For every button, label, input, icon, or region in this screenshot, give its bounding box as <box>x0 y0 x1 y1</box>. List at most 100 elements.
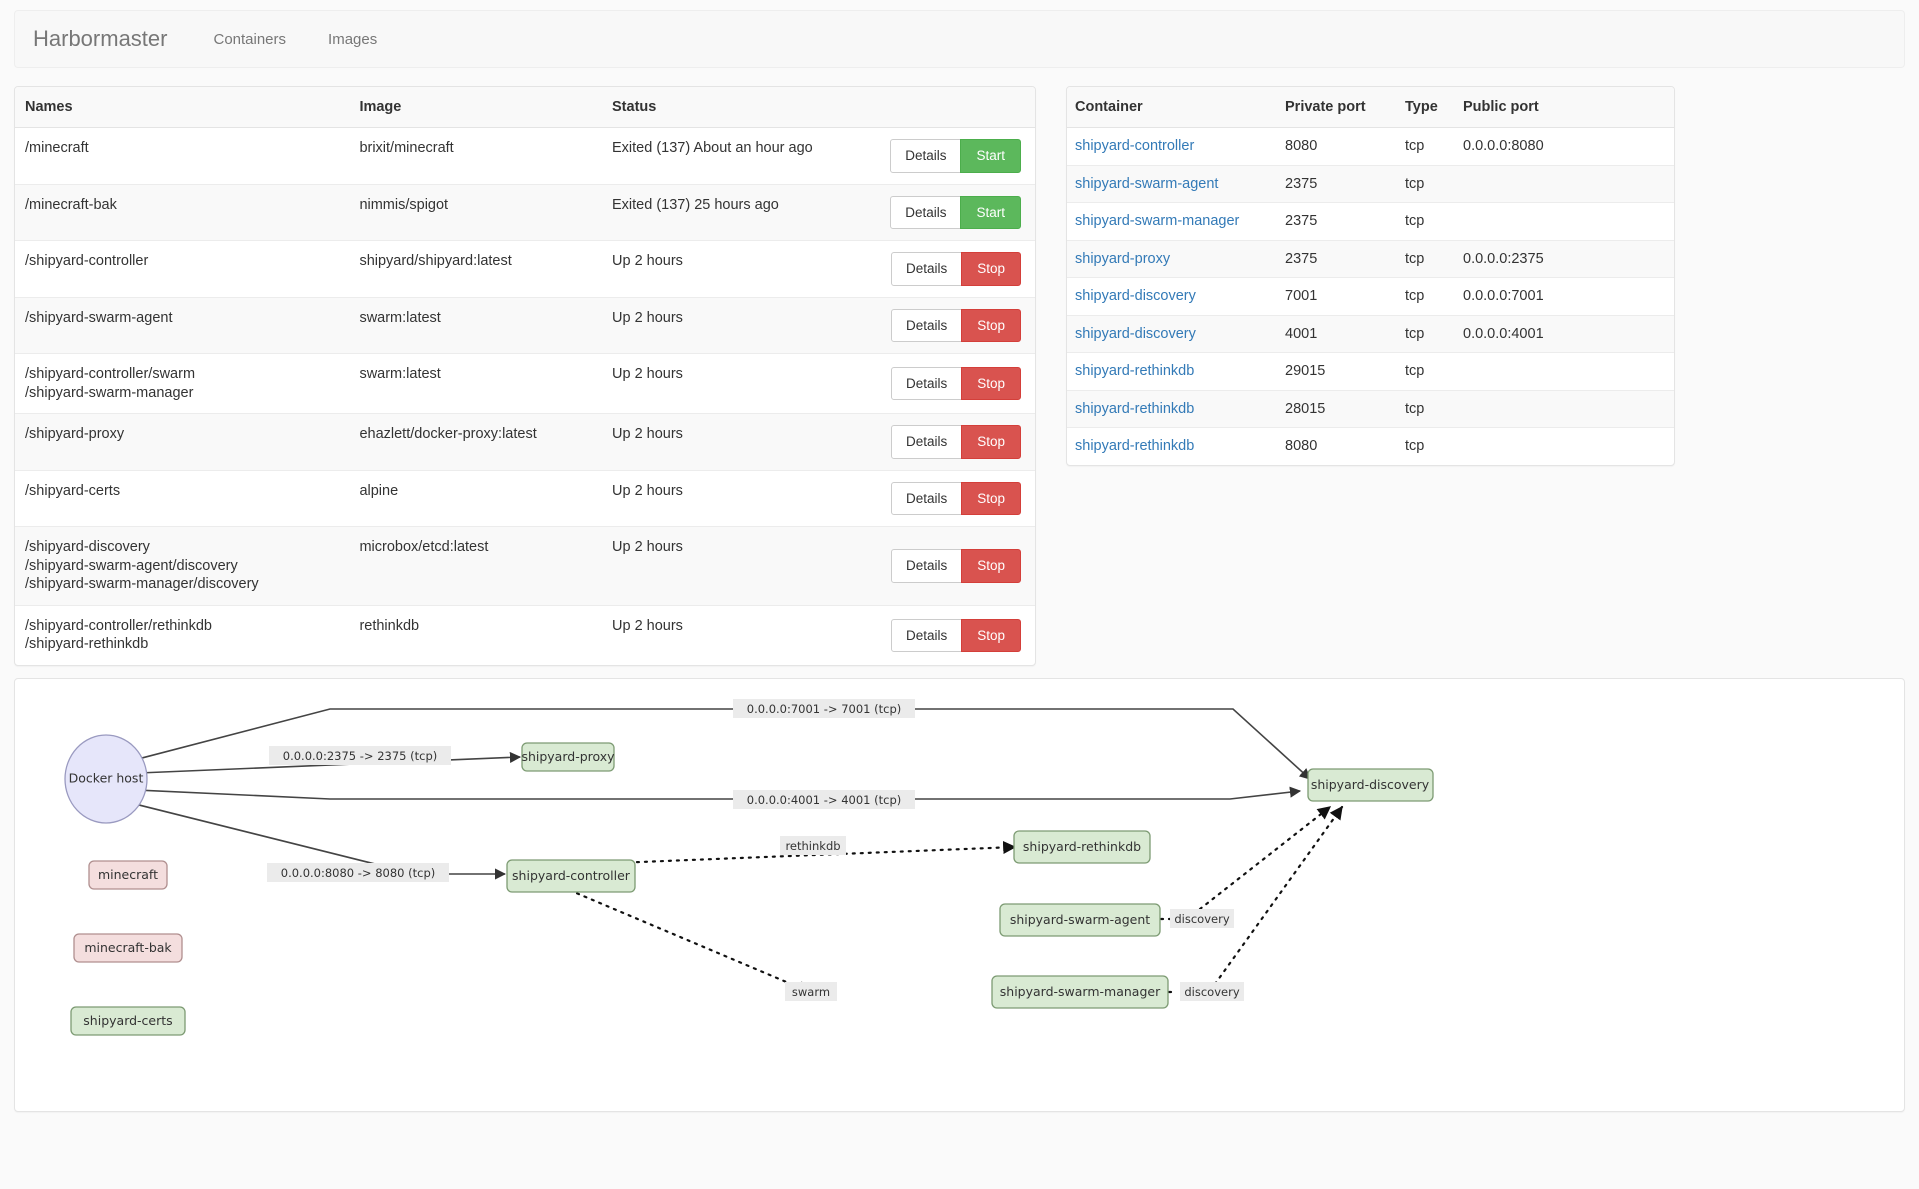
stop-button[interactable]: Stop <box>961 549 1021 583</box>
graph-node-docker-host[interactable]: Docker host <box>65 735 147 823</box>
containers-panel: Names Image Status /minecraftbrixit/mine… <box>14 86 1036 666</box>
ports-card: Container Private port Type Public port … <box>1066 86 1675 466</box>
table-row: /minecraftbrixit/minecraftExited (137) A… <box>15 128 1035 185</box>
graph-node-minecraft-bak[interactable]: minecraft-bak <box>74 934 182 962</box>
graph-node-shipyard-controller[interactable]: shipyard-controller <box>507 860 635 892</box>
table-row: shipyard-discovery4001tcp0.0.0.0:4001 <box>1067 315 1674 353</box>
stop-button[interactable]: Stop <box>961 482 1021 516</box>
details-button[interactable]: Details <box>890 139 961 173</box>
table-row: /shipyard-discovery /shipyard-swarm-agen… <box>15 527 1035 606</box>
container-link[interactable]: shipyard-proxy <box>1075 251 1170 267</box>
cell-type: tcp <box>1397 315 1455 353</box>
table-row: /shipyard-controller/rethinkdb /shipyard… <box>15 605 1035 665</box>
cell-status: Exited (137) About an hour ago <box>602 128 880 185</box>
table-row: shipyard-discovery7001tcp0.0.0.0:7001 <box>1067 278 1674 316</box>
cell-status: Up 2 hours <box>602 470 880 527</box>
container-link[interactable]: shipyard-rethinkdb <box>1075 363 1194 379</box>
details-button[interactable]: Details <box>891 619 962 653</box>
start-button[interactable]: Start <box>960 196 1021 230</box>
cell-container: shipyard-discovery <box>1067 315 1277 353</box>
container-link[interactable]: shipyard-swarm-manager <box>1075 213 1239 229</box>
cell-names: /shipyard-controller <box>15 241 349 298</box>
cell-names: /shipyard-swarm-agent <box>15 297 349 354</box>
cell-actions: DetailsStop <box>880 470 1035 527</box>
edge-label-discovery-manager: discovery <box>1180 982 1244 1001</box>
cell-image: microbox/etcd:latest <box>349 527 602 606</box>
details-button[interactable]: Details <box>890 196 961 230</box>
svg-text:shipyard-proxy: shipyard-proxy <box>521 749 615 764</box>
details-button[interactable]: Details <box>891 425 962 459</box>
containers-table-body: /minecraftbrixit/minecraftExited (137) A… <box>15 128 1035 665</box>
graph-node-shipyard-proxy[interactable]: shipyard-proxy <box>521 743 615 771</box>
cell-type: tcp <box>1397 128 1455 166</box>
details-button[interactable]: Details <box>891 367 962 401</box>
brand-title[interactable]: Harbormaster <box>33 26 167 52</box>
svg-text:0.0.0.0:7001 -> 7001 (tcp): 0.0.0.0:7001 -> 7001 (tcp) <box>747 702 902 716</box>
cell-names: /minecraft-bak <box>15 184 349 241</box>
graph-node-shipyard-swarm-agent[interactable]: shipyard-swarm-agent <box>1000 904 1160 936</box>
graph-node-shipyard-discovery[interactable]: shipyard-discovery <box>1308 769 1433 801</box>
cell-status: Up 2 hours <box>602 414 880 471</box>
navbar: Harbormaster Containers Images <box>14 10 1905 68</box>
topology-graph-card: 0.0.0.0:7001 -> 7001 (tcp) 0.0.0.0:2375 … <box>14 678 1905 1112</box>
container-link[interactable]: shipyard-controller <box>1075 138 1194 154</box>
cell-private-port: 8080 <box>1277 428 1397 465</box>
main-content: Names Image Status /minecraftbrixit/mine… <box>0 86 1919 666</box>
stop-button[interactable]: Stop <box>961 425 1021 459</box>
edge-label-port-8080: 0.0.0.0:8080 -> 8080 (tcp) <box>267 863 449 882</box>
cell-image: shipyard/shipyard:latest <box>349 241 602 298</box>
svg-text:shipyard-certs: shipyard-certs <box>83 1013 172 1028</box>
stop-button[interactable]: Stop <box>961 309 1021 343</box>
stop-button[interactable]: Stop <box>961 252 1021 286</box>
cell-status: Up 2 hours <box>602 605 880 665</box>
cell-private-port: 28015 <box>1277 390 1397 428</box>
nav-link-images[interactable]: Images <box>328 31 377 48</box>
ports-panel: Container Private port Type Public port … <box>1066 86 1675 466</box>
col-header-actions <box>880 87 1035 128</box>
edge-label-rethinkdb: rethinkdb <box>780 836 846 855</box>
stop-button[interactable]: Stop <box>961 367 1021 401</box>
table-row: /shipyard-certsalpineUp 2 hoursDetailsSt… <box>15 470 1035 527</box>
cell-type: tcp <box>1397 353 1455 391</box>
container-link[interactable]: shipyard-rethinkdb <box>1075 401 1194 417</box>
nav-link-containers[interactable]: Containers <box>213 31 286 48</box>
cell-type: tcp <box>1397 240 1455 278</box>
cell-public-port: 0.0.0.0:8080 <box>1455 128 1674 166</box>
edge-host-to-discovery-4001 <box>115 789 1300 799</box>
cell-image: rethinkdb <box>349 605 602 665</box>
container-link[interactable]: shipyard-discovery <box>1075 288 1196 304</box>
svg-text:shipyard-swarm-agent: shipyard-swarm-agent <box>1010 912 1150 927</box>
details-button[interactable]: Details <box>891 549 962 583</box>
stop-button[interactable]: Stop <box>961 619 1021 653</box>
svg-text:minecraft: minecraft <box>98 867 158 882</box>
containers-table: Names Image Status /minecraftbrixit/mine… <box>15 87 1035 665</box>
action-button-group: DetailsStop <box>891 425 1021 459</box>
containers-table-head: Names Image Status <box>15 87 1035 128</box>
container-link[interactable]: shipyard-rethinkdb <box>1075 438 1194 454</box>
table-row: /shipyard-controllershipyard/shipyard:la… <box>15 241 1035 298</box>
cell-type: tcp <box>1397 428 1455 465</box>
details-button[interactable]: Details <box>891 482 962 516</box>
container-link[interactable]: shipyard-discovery <box>1075 326 1196 342</box>
cell-public-port <box>1455 165 1674 203</box>
start-button[interactable]: Start <box>960 139 1021 173</box>
ports-header-row: Container Private port Type Public port <box>1067 87 1674 128</box>
details-button[interactable]: Details <box>891 309 962 343</box>
cell-type: tcp <box>1397 278 1455 316</box>
cell-status: Up 2 hours <box>602 354 880 414</box>
cell-status: Exited (137) 25 hours ago <box>602 184 880 241</box>
cell-status: Up 2 hours <box>602 527 880 606</box>
container-link[interactable]: shipyard-swarm-agent <box>1075 176 1218 192</box>
table-row: /shipyard-controller/swarm /shipyard-swa… <box>15 354 1035 414</box>
cell-private-port: 2375 <box>1277 165 1397 203</box>
cell-container: shipyard-swarm-agent <box>1067 165 1277 203</box>
cell-status: Up 2 hours <box>602 297 880 354</box>
graph-node-minecraft[interactable]: minecraft <box>89 861 167 889</box>
edge-controller-to-swarm-manager <box>555 884 810 992</box>
graph-node-shipyard-rethinkdb[interactable]: shipyard-rethinkdb <box>1014 831 1150 863</box>
graph-node-shipyard-certs[interactable]: shipyard-certs <box>71 1007 185 1035</box>
cell-private-port: 7001 <box>1277 278 1397 316</box>
cell-actions: DetailsStop <box>880 605 1035 665</box>
details-button[interactable]: Details <box>891 252 962 286</box>
graph-node-shipyard-swarm-manager[interactable]: shipyard-swarm-manager <box>992 976 1168 1008</box>
